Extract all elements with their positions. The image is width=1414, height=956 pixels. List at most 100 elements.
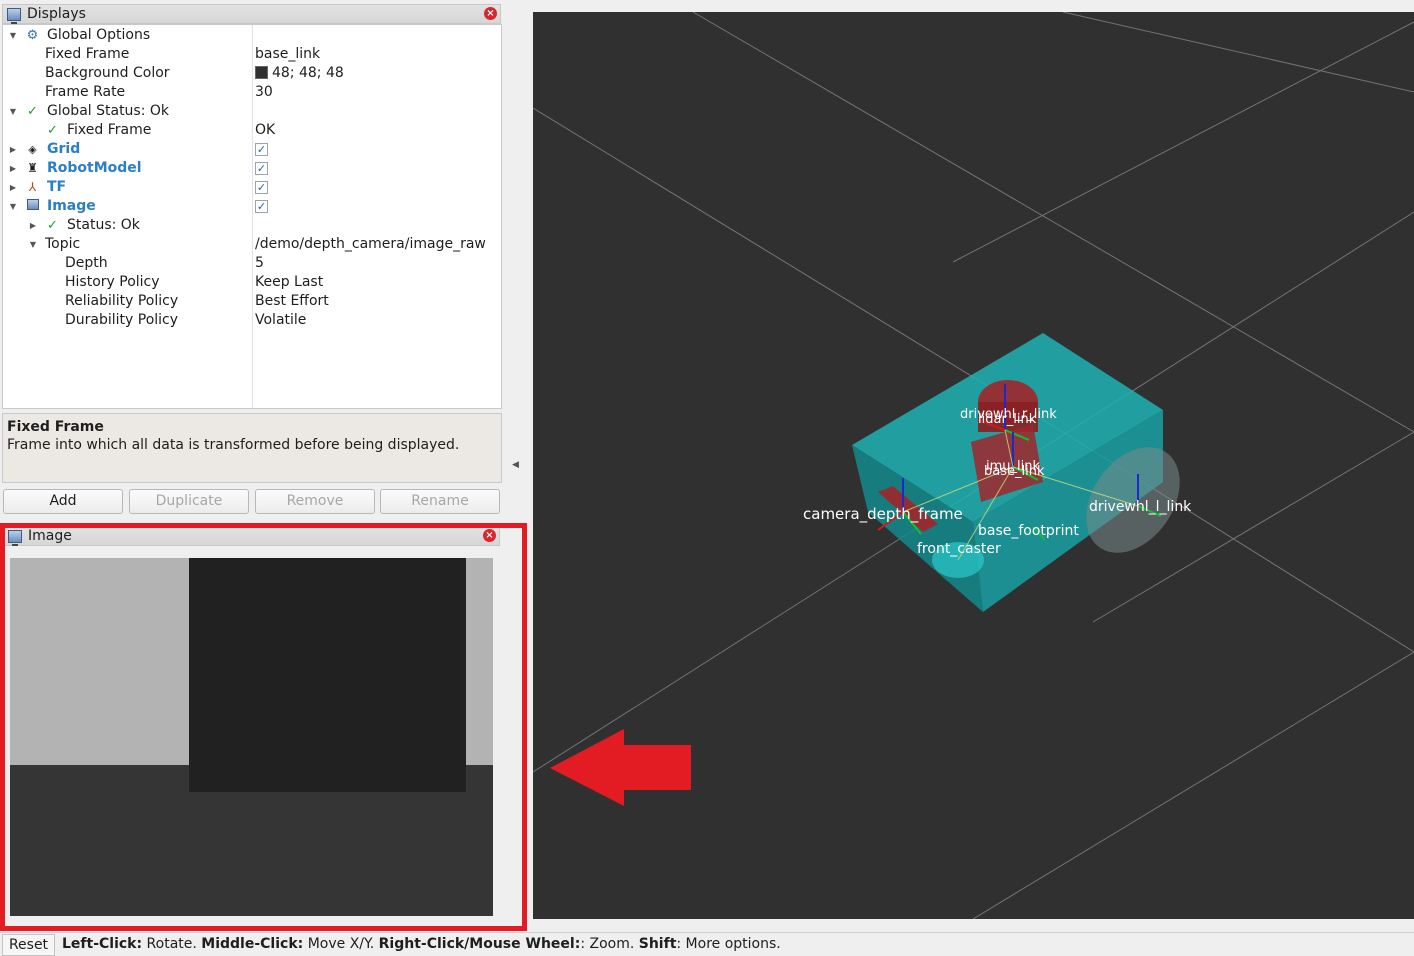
description-text: Frame into which all data is transformed… [7,437,460,453]
chevron-down-icon[interactable]: ▼ [28,235,38,254]
image-panel-title: Image [28,528,72,544]
tree-row-reliability-policy[interactable]: Reliability Policy Best Effort [3,292,501,311]
tree-label: Frame Rate [45,84,126,100]
frame-label: front_caster [917,541,1001,557]
reset-button[interactable]: Reset [2,934,55,956]
tree-label: History Policy [65,274,160,290]
display-buttons: Add Duplicate Remove Rename [3,489,503,514]
frame-label: drivewhl_l_link [1089,499,1192,515]
axes-icon: ⅄ [28,180,37,194]
tree-row-topic[interactable]: ▼ Topic /demo/depth_camera/image_raw [3,235,501,254]
tree-row-global-options[interactable]: ▼ ⚙ Global Options [3,26,501,45]
tree-label: Grid [47,141,81,157]
help-key: Shift [638,936,677,952]
color-value-text: 48; 48; 48 [272,65,344,81]
frame-rate-value[interactable]: 30 [255,83,273,102]
collapse-arrow-icon[interactable]: ◀ [512,460,519,470]
monitor-icon [7,7,21,24]
displays-title-bar: Displays × [2,4,501,24]
check-icon: ✓ [27,104,38,119]
tree-label: Fixed Frame [45,46,130,62]
grid-icon: ◈ [28,143,37,156]
chevron-right-icon[interactable]: ▶ [8,140,18,159]
color-swatch [255,66,268,79]
tree-label: Background Color [45,65,170,81]
remove-button[interactable]: Remove [255,489,375,514]
robotmodel-enabled-checkbox[interactable]: ✓ [255,162,268,175]
tree-row-image[interactable]: ▼ Image ✓ [3,197,501,216]
tree-label: TF [47,179,67,195]
close-icon[interactable]: × [483,529,496,542]
tree-row-depth[interactable]: Depth 5 [3,254,501,273]
tree-row-grid[interactable]: ▶ ◈ Grid ✓ [3,140,501,159]
image-icon [25,199,40,214]
tree-label: Status: Ok [67,217,140,233]
help-key: Middle-Click: [201,936,304,952]
tree-row-fixed-frame-status[interactable]: ✓ Fixed Frame OK [3,121,501,140]
tree-row-durability-policy[interactable]: Durability Policy Volatile [3,311,501,330]
tree-row-background-color[interactable]: Background Color 48; 48; 48 [3,64,501,83]
check-icon: ✓ [47,218,58,233]
tree-row-tf[interactable]: ▶ ⅄ TF ✓ [3,178,501,197]
tree-label: Reliability Policy [65,293,179,309]
help-text: : More options. [676,936,781,952]
help-text: Rotate. [142,936,202,952]
check-icon: ✓ [47,123,58,138]
topic-value[interactable]: /demo/depth_camera/image_raw [255,235,486,254]
background-color-value[interactable]: 48; 48; 48 [255,64,344,83]
rename-button[interactable]: Rename [380,489,500,514]
chevron-right-icon[interactable]: ▶ [8,159,18,178]
tree-row-image-status[interactable]: ▶ ✓ Status: Ok [3,216,501,235]
chevron-right-icon[interactable]: ▶ [8,178,18,197]
history-policy-value[interactable]: Keep Last [255,273,323,292]
image-title-bar: Image × [3,526,500,546]
tree-label: RobotModel [47,160,142,176]
status-bar: Reset Left-Click: Rotate. Middle-Click: … [0,932,1414,956]
displays-tree: ▼ ⚙ Global Options Fixed Frame base_link… [2,24,502,409]
property-description: Fixed Frame Frame into which all data is… [2,413,502,483]
tree-row-fixed-frame[interactable]: Fixed Frame base_link [3,45,501,64]
frame-label: camera_depth_frame [803,505,963,524]
robot-icon: ♜ [27,161,38,175]
image-icon [8,529,22,546]
close-icon[interactable]: × [484,7,497,20]
camera-image-view [10,558,493,916]
help-text: : Zoom. [580,936,639,952]
red-arrow-icon [550,729,691,806]
duplicate-button[interactable]: Duplicate [129,489,249,514]
add-button[interactable]: Add [3,489,123,514]
tree-row-robotmodel[interactable]: ▶ ♜ RobotModel ✓ [3,159,501,178]
description-title: Fixed Frame [7,419,104,435]
tree-label: Global Options [47,27,151,43]
reliability-policy-value[interactable]: Best Effort [255,292,329,311]
tree-label: Topic [45,236,81,252]
tree-label: Global Status: Ok [47,103,170,119]
help-key: Right-Click/Mouse Wheel: [378,936,581,952]
chevron-down-icon[interactable]: ▼ [8,102,18,121]
status-value: OK [255,122,276,138]
gear-icon: ⚙ [26,28,39,43]
depth-value[interactable]: 5 [255,254,264,273]
tree-row-global-status[interactable]: ▼ ✓ Global Status: Ok [3,102,501,121]
tree-label: Image [47,198,96,214]
grid-enabled-checkbox[interactable]: ✓ [255,143,268,156]
tf-enabled-checkbox[interactable]: ✓ [255,181,268,194]
tree-label: Fixed Frame [67,122,152,138]
frame-label: base_link [984,464,1045,479]
frame-label: base_footprint [978,523,1079,539]
chevron-down-icon[interactable]: ▼ [8,26,18,45]
fixed-frame-value[interactable]: base_link [255,45,320,64]
help-text: Move X/Y. [303,936,379,952]
chevron-right-icon[interactable]: ▶ [28,216,38,235]
tree-label: Depth [65,255,108,271]
frame-label: lidar_link [978,412,1037,427]
image-foreground-box [189,558,466,792]
image-enabled-checkbox[interactable]: ✓ [255,200,268,213]
help-key: Left-Click: [62,936,143,952]
chevron-down-icon[interactable]: ▼ [8,197,18,216]
displays-title: Displays [27,6,86,22]
tree-row-history-policy[interactable]: History Policy Keep Last [3,273,501,292]
durability-policy-value[interactable]: Volatile [255,311,306,330]
mouse-help-text: Left-Click: Rotate. Middle-Click: Move X… [62,933,781,955]
tree-row-frame-rate[interactable]: Frame Rate 30 [3,83,501,102]
